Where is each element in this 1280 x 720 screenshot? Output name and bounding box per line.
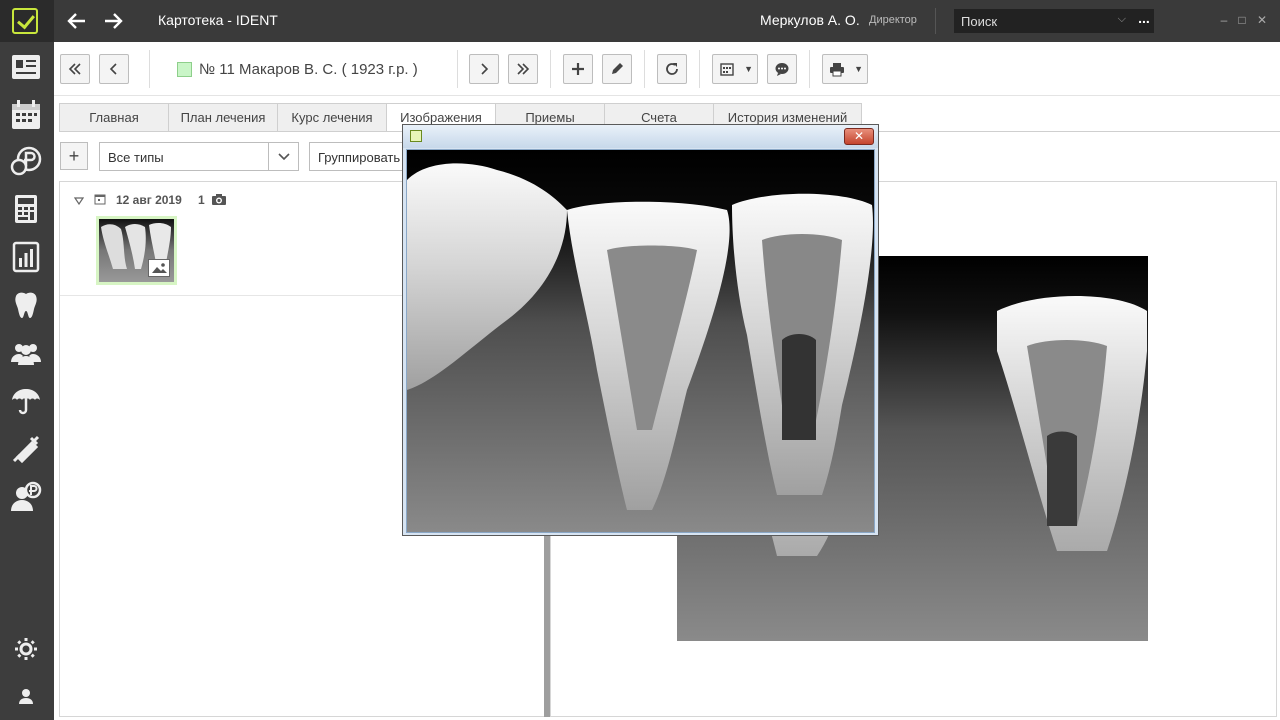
- syringe-icon[interactable]: [9, 432, 43, 466]
- image-group-count: 1: [198, 193, 205, 207]
- window-app-icon: [410, 130, 422, 142]
- image-type-value: Все типы: [108, 150, 164, 165]
- calendar-small-icon: [94, 194, 106, 205]
- tab-treatment-plan[interactable]: План лечения: [168, 103, 278, 131]
- next-record-button[interactable]: [469, 54, 499, 84]
- first-record-button[interactable]: [60, 54, 90, 84]
- patient-card-icon[interactable]: [9, 50, 43, 84]
- toolbar-divider: [149, 50, 150, 88]
- toolbar-divider: [809, 50, 810, 88]
- app-title: Картотека - IDENT: [158, 12, 278, 28]
- caret-down-icon: ▼: [744, 64, 753, 74]
- toolbar-divider: [699, 50, 700, 88]
- image-type-select[interactable]: Все типы: [99, 142, 299, 171]
- calculator-icon[interactable]: [9, 192, 43, 226]
- reports-chart-icon[interactable]: [9, 240, 43, 274]
- payments-ruble-icon[interactable]: [9, 144, 43, 178]
- doctor-payments-icon[interactable]: [9, 480, 43, 514]
- image-type-icon: [148, 259, 170, 277]
- add-record-button[interactable]: [563, 54, 593, 84]
- title-bar: Картотека - IDENT Меркулов А. О. Директо…: [0, 0, 1280, 42]
- back-arrow-icon[interactable]: [64, 8, 90, 34]
- search-input[interactable]: Поиск ⌵: [954, 9, 1134, 33]
- schedule-dropdown-button[interactable]: ▼: [712, 54, 758, 84]
- calendar-icon[interactable]: [9, 98, 43, 132]
- titlebar-divider: [935, 8, 936, 34]
- chevron-down-icon[interactable]: [268, 143, 298, 170]
- refresh-button[interactable]: [657, 54, 687, 84]
- caret-down-icon: ▼: [854, 64, 863, 74]
- toolbar-divider: [457, 50, 458, 88]
- camera-icon: [212, 194, 226, 205]
- minimize-button[interactable]: –: [1216, 12, 1232, 28]
- comment-button[interactable]: [767, 54, 797, 84]
- xray-thumbnail[interactable]: [96, 216, 177, 285]
- chevron-down-icon[interactable]: ⌵: [1118, 13, 1126, 26]
- search-more-button[interactable]: ...: [1134, 9, 1154, 33]
- image-viewer-close-button[interactable]: ✕: [844, 128, 874, 145]
- user-role: Директор: [869, 14, 917, 26]
- toolbar-divider: [550, 50, 551, 88]
- image-viewer-content[interactable]: [406, 149, 875, 533]
- tooth-icon[interactable]: [9, 288, 43, 322]
- last-record-button[interactable]: [508, 54, 538, 84]
- previous-record-button[interactable]: [99, 54, 129, 84]
- collapse-triangle-icon[interactable]: [74, 197, 84, 205]
- patients-group-icon[interactable]: [9, 336, 43, 370]
- toolbar-divider: [644, 50, 645, 88]
- maximize-button[interactable]: □: [1234, 12, 1250, 28]
- user-name[interactable]: Меркулов А. О.: [760, 12, 860, 28]
- print-dropdown-button[interactable]: ▼: [822, 54, 868, 84]
- app-logo[interactable]: [0, 0, 54, 42]
- checkmark-logo-icon: [12, 8, 38, 34]
- insurance-umbrella-icon[interactable]: [9, 384, 43, 418]
- close-window-button[interactable]: ✕: [1254, 12, 1270, 28]
- image-viewer-window[interactable]: ✕: [402, 124, 879, 536]
- tab-treatment-course[interactable]: Курс лечения: [277, 103, 387, 131]
- forward-arrow-icon[interactable]: [100, 8, 126, 34]
- patient-title: № 11 Макаров В. С. ( 1923 г.р. ): [199, 61, 418, 78]
- user-profile-icon[interactable]: [9, 680, 43, 714]
- patient-toolbar: № 11 Макаров В. С. ( 1923 г.р. ) ▼ ▼: [54, 42, 1280, 96]
- tab-main[interactable]: Главная: [59, 103, 169, 131]
- image-group-date: 12 авг 2019: [116, 193, 182, 207]
- image-viewer-titlebar[interactable]: ✕: [403, 125, 878, 148]
- settings-gear-icon[interactable]: [9, 632, 43, 666]
- left-sidebar: [0, 42, 54, 720]
- xray-zoomed-graphic: [407, 150, 874, 532]
- patient-color-marker: [177, 62, 192, 77]
- search-placeholder: Поиск: [961, 14, 998, 29]
- add-image-button[interactable]: +: [60, 142, 88, 170]
- grouping-value: Группировать: [318, 150, 401, 165]
- edit-pencil-button[interactable]: [602, 54, 632, 84]
